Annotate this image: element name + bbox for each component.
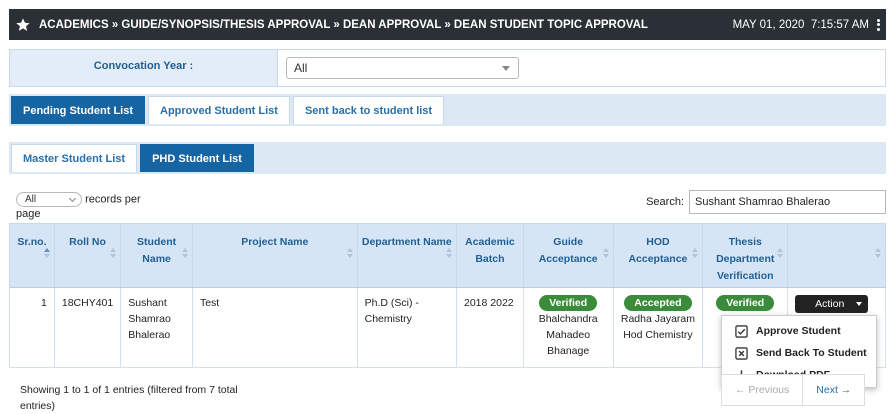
tab-master-student-list[interactable]: Master Student List xyxy=(11,144,138,172)
chevron-down-icon xyxy=(68,194,77,203)
cell-roll-no: 18CHY401 xyxy=(53,287,122,368)
guide-name: Bhalchandra Mahadeo Bhanage xyxy=(538,313,598,357)
col-student-name[interactable]: Student Name xyxy=(120,223,193,288)
tab-phd-student-list[interactable]: PHD Student List xyxy=(140,144,254,172)
col-guide-acceptance-label: Guide Acceptance xyxy=(538,236,598,265)
col-academic-batch[interactable]: Academic Batch xyxy=(456,223,524,288)
table-info: Showing 1 to 1 of 1 entries (filtered fr… xyxy=(20,384,238,412)
col-guide-acceptance[interactable]: Guide Acceptance xyxy=(522,223,614,288)
col-action xyxy=(787,223,886,288)
cell-academic-batch: 2018 2022 xyxy=(456,287,524,368)
previous-button[interactable]: ← Previous xyxy=(722,375,804,405)
x-square-icon xyxy=(735,346,748,360)
status-tabs: Pending Student List Approved Student Li… xyxy=(9,94,886,126)
action-button-label: Action xyxy=(815,298,845,310)
search-label: Search: xyxy=(646,196,684,208)
table-header-row: Sr.no. Roll No Student Name Project Name… xyxy=(9,223,886,288)
tab-pending-student-list[interactable]: Pending Student List xyxy=(11,96,145,124)
col-department-name-label: Department Name xyxy=(361,236,452,248)
records-per-label: records per xyxy=(85,193,141,206)
col-thesis-verification-label: Thesis Department Verification xyxy=(716,236,775,282)
sort-icon xyxy=(110,248,116,260)
search-input[interactable] xyxy=(689,190,886,214)
convocation-year-value: All xyxy=(294,61,308,75)
tab-sent-back-list[interactable]: Sent back to student list xyxy=(292,96,445,124)
col-hod-acceptance[interactable]: HOD Acceptance xyxy=(612,223,704,288)
menu-item-label: Approve Student xyxy=(756,325,841,337)
cell-sr-no: 1 xyxy=(9,287,55,368)
pagination: ← Previous Next → xyxy=(721,374,866,406)
tab-approved-student-list[interactable]: Approved Student List xyxy=(148,96,290,124)
col-project-name[interactable]: Project Name xyxy=(191,223,358,288)
next-button[interactable]: Next → xyxy=(803,375,864,405)
current-date: MAY 01, 2020 xyxy=(732,18,805,31)
menu-item-approve-student[interactable]: Approve Student xyxy=(722,320,876,342)
convocation-year-label: Convocation Year : xyxy=(10,50,278,86)
col-academic-batch-label: Academic Batch xyxy=(465,236,515,265)
sort-icon xyxy=(446,248,452,260)
cell-guide-acceptance: Verified Bhalchandra Mahadeo Bhanage xyxy=(522,287,614,368)
col-thesis-verification[interactable]: Thesis Department Verification xyxy=(702,223,789,288)
sort-icon xyxy=(347,248,353,260)
menu-item-send-back[interactable]: Send Back To Student xyxy=(722,342,876,364)
current-time: 7:15:57 AM xyxy=(810,18,869,31)
sort-icon xyxy=(44,248,50,260)
col-student-name-label: Student Name xyxy=(137,236,177,265)
kebab-menu-icon[interactable] xyxy=(873,17,883,33)
dropdown-arrow-icon xyxy=(502,66,510,71)
status-badge: Verified xyxy=(539,295,598,311)
col-department-name[interactable]: Department Name xyxy=(356,223,458,288)
sort-icon xyxy=(692,248,698,260)
status-badge: Accepted xyxy=(624,295,692,311)
col-sr-no-label: Sr.no. xyxy=(17,236,47,248)
records-per-page-value: All xyxy=(25,194,37,205)
top-bar: ACADEMICS » GUIDE/SYNOPSIS/THESIS APPROV… xyxy=(9,9,886,40)
cell-student-name: Sushant Shamrao Bhalerao xyxy=(120,287,193,368)
check-square-icon xyxy=(735,324,748,338)
page-label: page xyxy=(16,208,41,220)
sort-icon xyxy=(777,248,783,260)
records-per-page-select[interactable]: All xyxy=(16,192,82,207)
action-button[interactable]: Action xyxy=(795,295,869,313)
cell-project-name: Test xyxy=(191,287,358,368)
status-badge: Verified xyxy=(716,295,775,311)
table-search: Search: xyxy=(646,190,886,214)
menu-item-label: Send Back To Student xyxy=(756,347,867,359)
col-sr-no[interactable]: Sr.no. xyxy=(9,223,55,288)
sort-icon xyxy=(875,248,881,260)
records-per-page: All records per page xyxy=(16,192,141,220)
col-roll-no-label: Roll No xyxy=(69,236,106,248)
convocation-filter: Convocation Year : All xyxy=(9,49,886,87)
hod-name: Radha Jayaram Hod Chemistry xyxy=(620,313,695,341)
star-icon[interactable] xyxy=(15,17,31,33)
col-project-name-label: Project Name xyxy=(241,236,309,248)
col-hod-acceptance-label: HOD Acceptance xyxy=(628,236,688,265)
breadcrumb: ACADEMICS » GUIDE/SYNOPSIS/THESIS APPROV… xyxy=(39,18,648,31)
sort-icon xyxy=(182,248,188,260)
convocation-year-select[interactable]: All xyxy=(286,57,519,79)
cell-hod-acceptance: Accepted Radha Jayaram Hod Chemistry xyxy=(612,287,704,368)
sort-icon xyxy=(603,248,609,260)
date-time: MAY 01, 2020 7:15:57 AM xyxy=(733,19,869,31)
list-tabs: Master Student List PHD Student List xyxy=(9,142,886,174)
caret-down-icon xyxy=(856,302,863,306)
col-roll-no[interactable]: Roll No xyxy=(53,223,122,288)
cell-department-name: Ph.D (Sci) - Chemistry xyxy=(356,287,458,368)
